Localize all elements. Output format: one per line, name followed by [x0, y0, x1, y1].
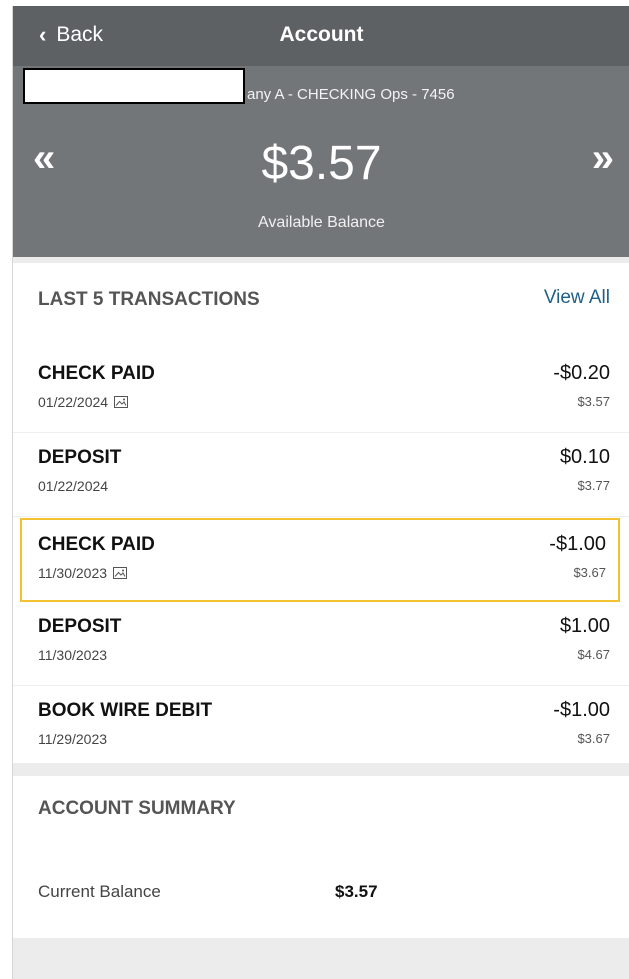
account-name: any A - CHECKING Ops - 7456: [247, 86, 455, 103]
transaction-date-text: 01/22/2024: [38, 394, 109, 410]
transaction-type: BOOK WIRE DEBIT: [38, 700, 213, 721]
transaction-date-text: 11/30/2023: [38, 647, 108, 663]
transaction-balance: $3.77: [577, 478, 610, 493]
summary-title: ACCOUNT SUMMARY: [38, 798, 236, 819]
transaction-type: CHECK PAID: [38, 534, 155, 555]
transactions-card: LAST 5 TRANSACTIONS View All CHECK PAID …: [13, 263, 629, 763]
account-summary-card: ACCOUNT SUMMARY Current Balance $3.57: [13, 776, 629, 938]
transaction-type: CHECK PAID: [38, 363, 155, 384]
next-account-button[interactable]: »: [592, 138, 614, 178]
available-balance-label: Available Balance: [258, 214, 385, 231]
image-icon: [113, 567, 128, 579]
transaction-amount: $0.10: [559, 446, 610, 468]
transactions-title: LAST 5 TRANSACTIONS: [38, 289, 260, 310]
transaction-date-text: 01/22/2024: [38, 478, 109, 494]
transaction-balance: $4.67: [577, 647, 610, 662]
transaction-date-text: 11/29/2023: [38, 731, 108, 747]
transaction-date: 01/22/2024: [38, 394, 129, 410]
transaction-amount: -$1.00: [553, 699, 610, 721]
transaction-date: 01/22/2024: [38, 478, 108, 494]
transaction-balance: $3.67: [577, 731, 610, 746]
available-balance-amount: $3.57: [261, 137, 382, 190]
balance-panel: any A - CHECKING Ops - 7456 « $3.57 » Av…: [13, 66, 629, 257]
transaction-balance: $3.67: [573, 565, 606, 580]
current-balance-value: $3.57: [335, 882, 378, 901]
transaction-row[interactable]: BOOK WIRE DEBIT 11/29/2023 -$1.00 $3.67: [13, 686, 629, 770]
transaction-type: DEPOSIT: [38, 616, 122, 637]
view-all-link[interactable]: View All: [544, 287, 610, 309]
transaction-amount: -$1.00: [549, 533, 606, 555]
transaction-date-text: 11/30/2023: [38, 565, 108, 581]
redacted-box: [23, 68, 245, 104]
transaction-row[interactable]: DEPOSIT 01/22/2024 $0.10 $3.77: [13, 433, 629, 517]
transaction-date: 11/30/2023: [38, 565, 128, 581]
transaction-row-selected[interactable]: CHECK PAID 11/30/2023 -$1.00 $3.67: [20, 518, 620, 602]
current-balance-label: Current Balance: [38, 882, 161, 901]
transaction-row[interactable]: CHECK PAID 01/22/2024 -$0.20 $3.57: [13, 349, 629, 433]
top-bar: ‹ Back Account: [13, 6, 629, 66]
transaction-type: DEPOSIT: [38, 447, 122, 468]
transaction-amount: -$0.20: [553, 362, 610, 384]
transaction-date: 11/29/2023: [38, 731, 107, 747]
app-frame: ‹ Back Account any A - CHECKING Ops - 74…: [12, 6, 629, 979]
page-title: Account: [279, 23, 364, 46]
transaction-date: 11/30/2023: [38, 647, 107, 663]
transaction-balance: $3.57: [577, 394, 610, 409]
image-icon: [114, 396, 129, 408]
transaction-row[interactable]: DEPOSIT 11/30/2023 $1.00 $4.67: [13, 602, 629, 686]
transaction-amount: $1.00: [559, 615, 610, 637]
